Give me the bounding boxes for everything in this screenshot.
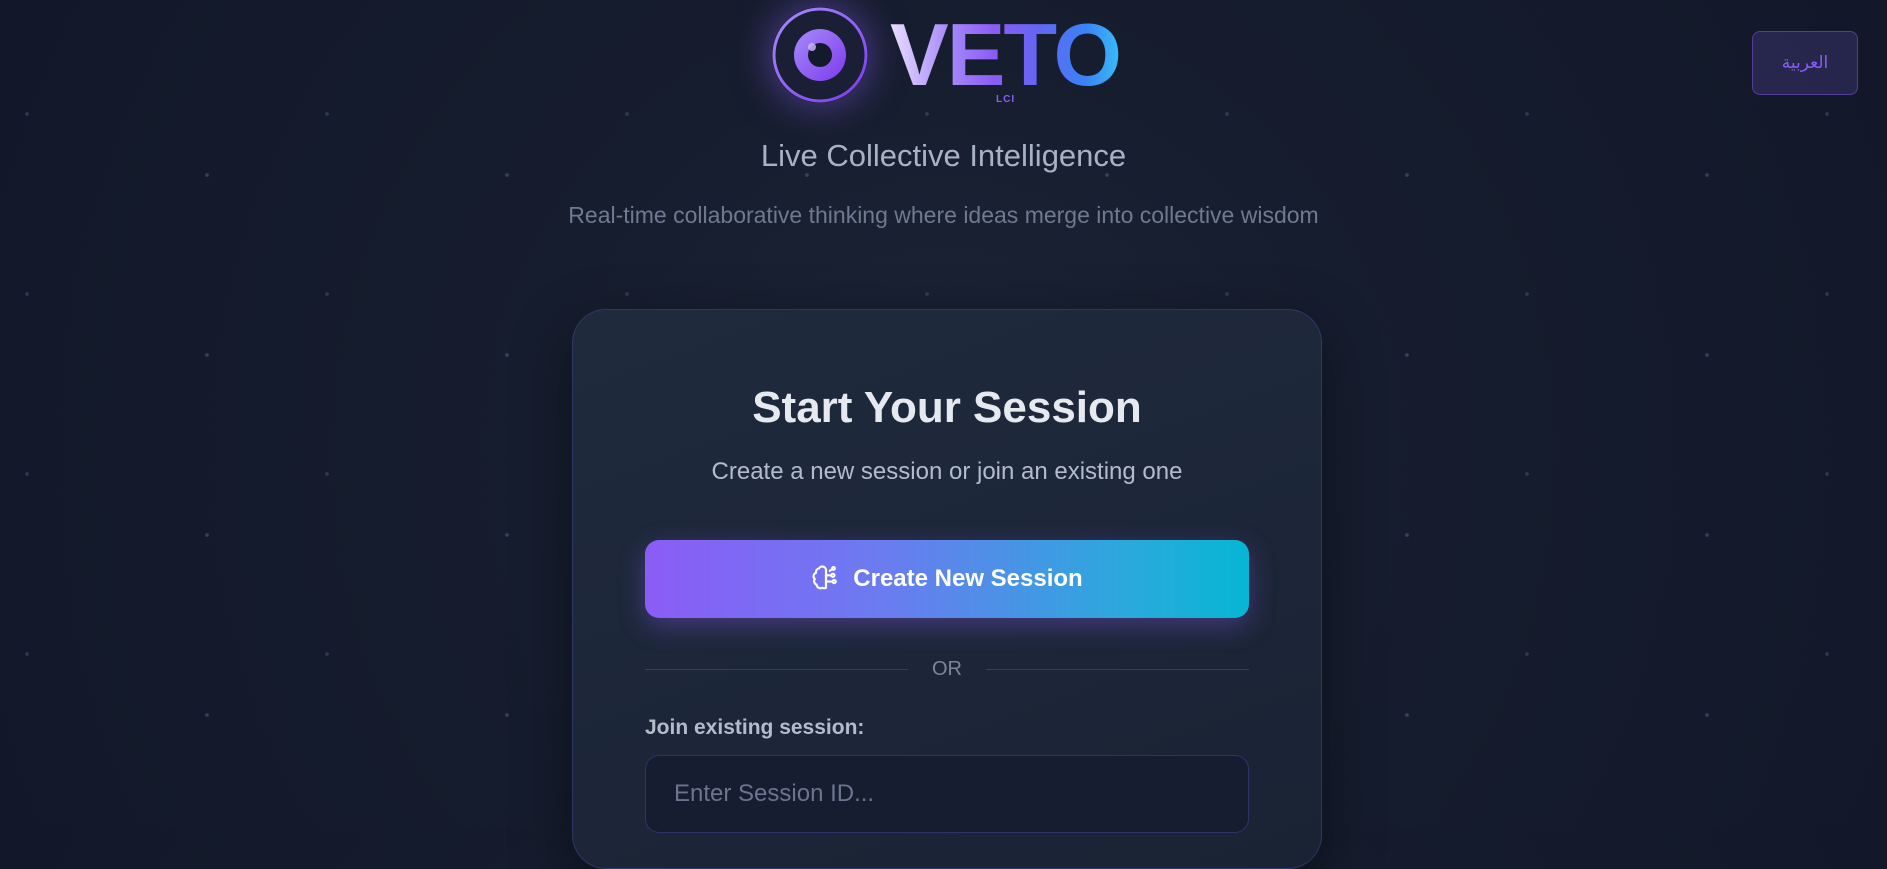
brain-icon bbox=[812, 565, 838, 590]
eye-icon bbox=[772, 7, 868, 103]
divider-text: OR bbox=[932, 657, 962, 680]
language-toggle-button[interactable]: العربية bbox=[1752, 31, 1858, 95]
or-divider: OR bbox=[645, 654, 1249, 684]
card-subtitle: Create a new session or join an existing… bbox=[711, 458, 1183, 485]
brand-wordmark: VETO LCI bbox=[890, 5, 1122, 106]
create-session-button[interactable]: Create New Session bbox=[645, 540, 1249, 618]
join-session-label: Join existing session: bbox=[645, 716, 865, 739]
divider-line-right bbox=[986, 668, 1249, 670]
card-title: Start Your Session bbox=[752, 383, 1142, 432]
divider-line-left bbox=[645, 668, 908, 670]
session-card: Start Your Session Create a new session … bbox=[572, 309, 1322, 869]
hero-tagline: Live Collective Intelligence bbox=[760, 138, 1127, 173]
brand-name: VETO bbox=[890, 5, 1122, 104]
session-id-input[interactable] bbox=[645, 755, 1249, 833]
create-session-label: Create New Session bbox=[853, 565, 1083, 592]
brand-subtitle: LCI bbox=[996, 94, 1016, 105]
hero-description: Real-time collaborative thinking where i… bbox=[568, 202, 1319, 228]
brand-logo: VETO LCI bbox=[772, 5, 1122, 106]
